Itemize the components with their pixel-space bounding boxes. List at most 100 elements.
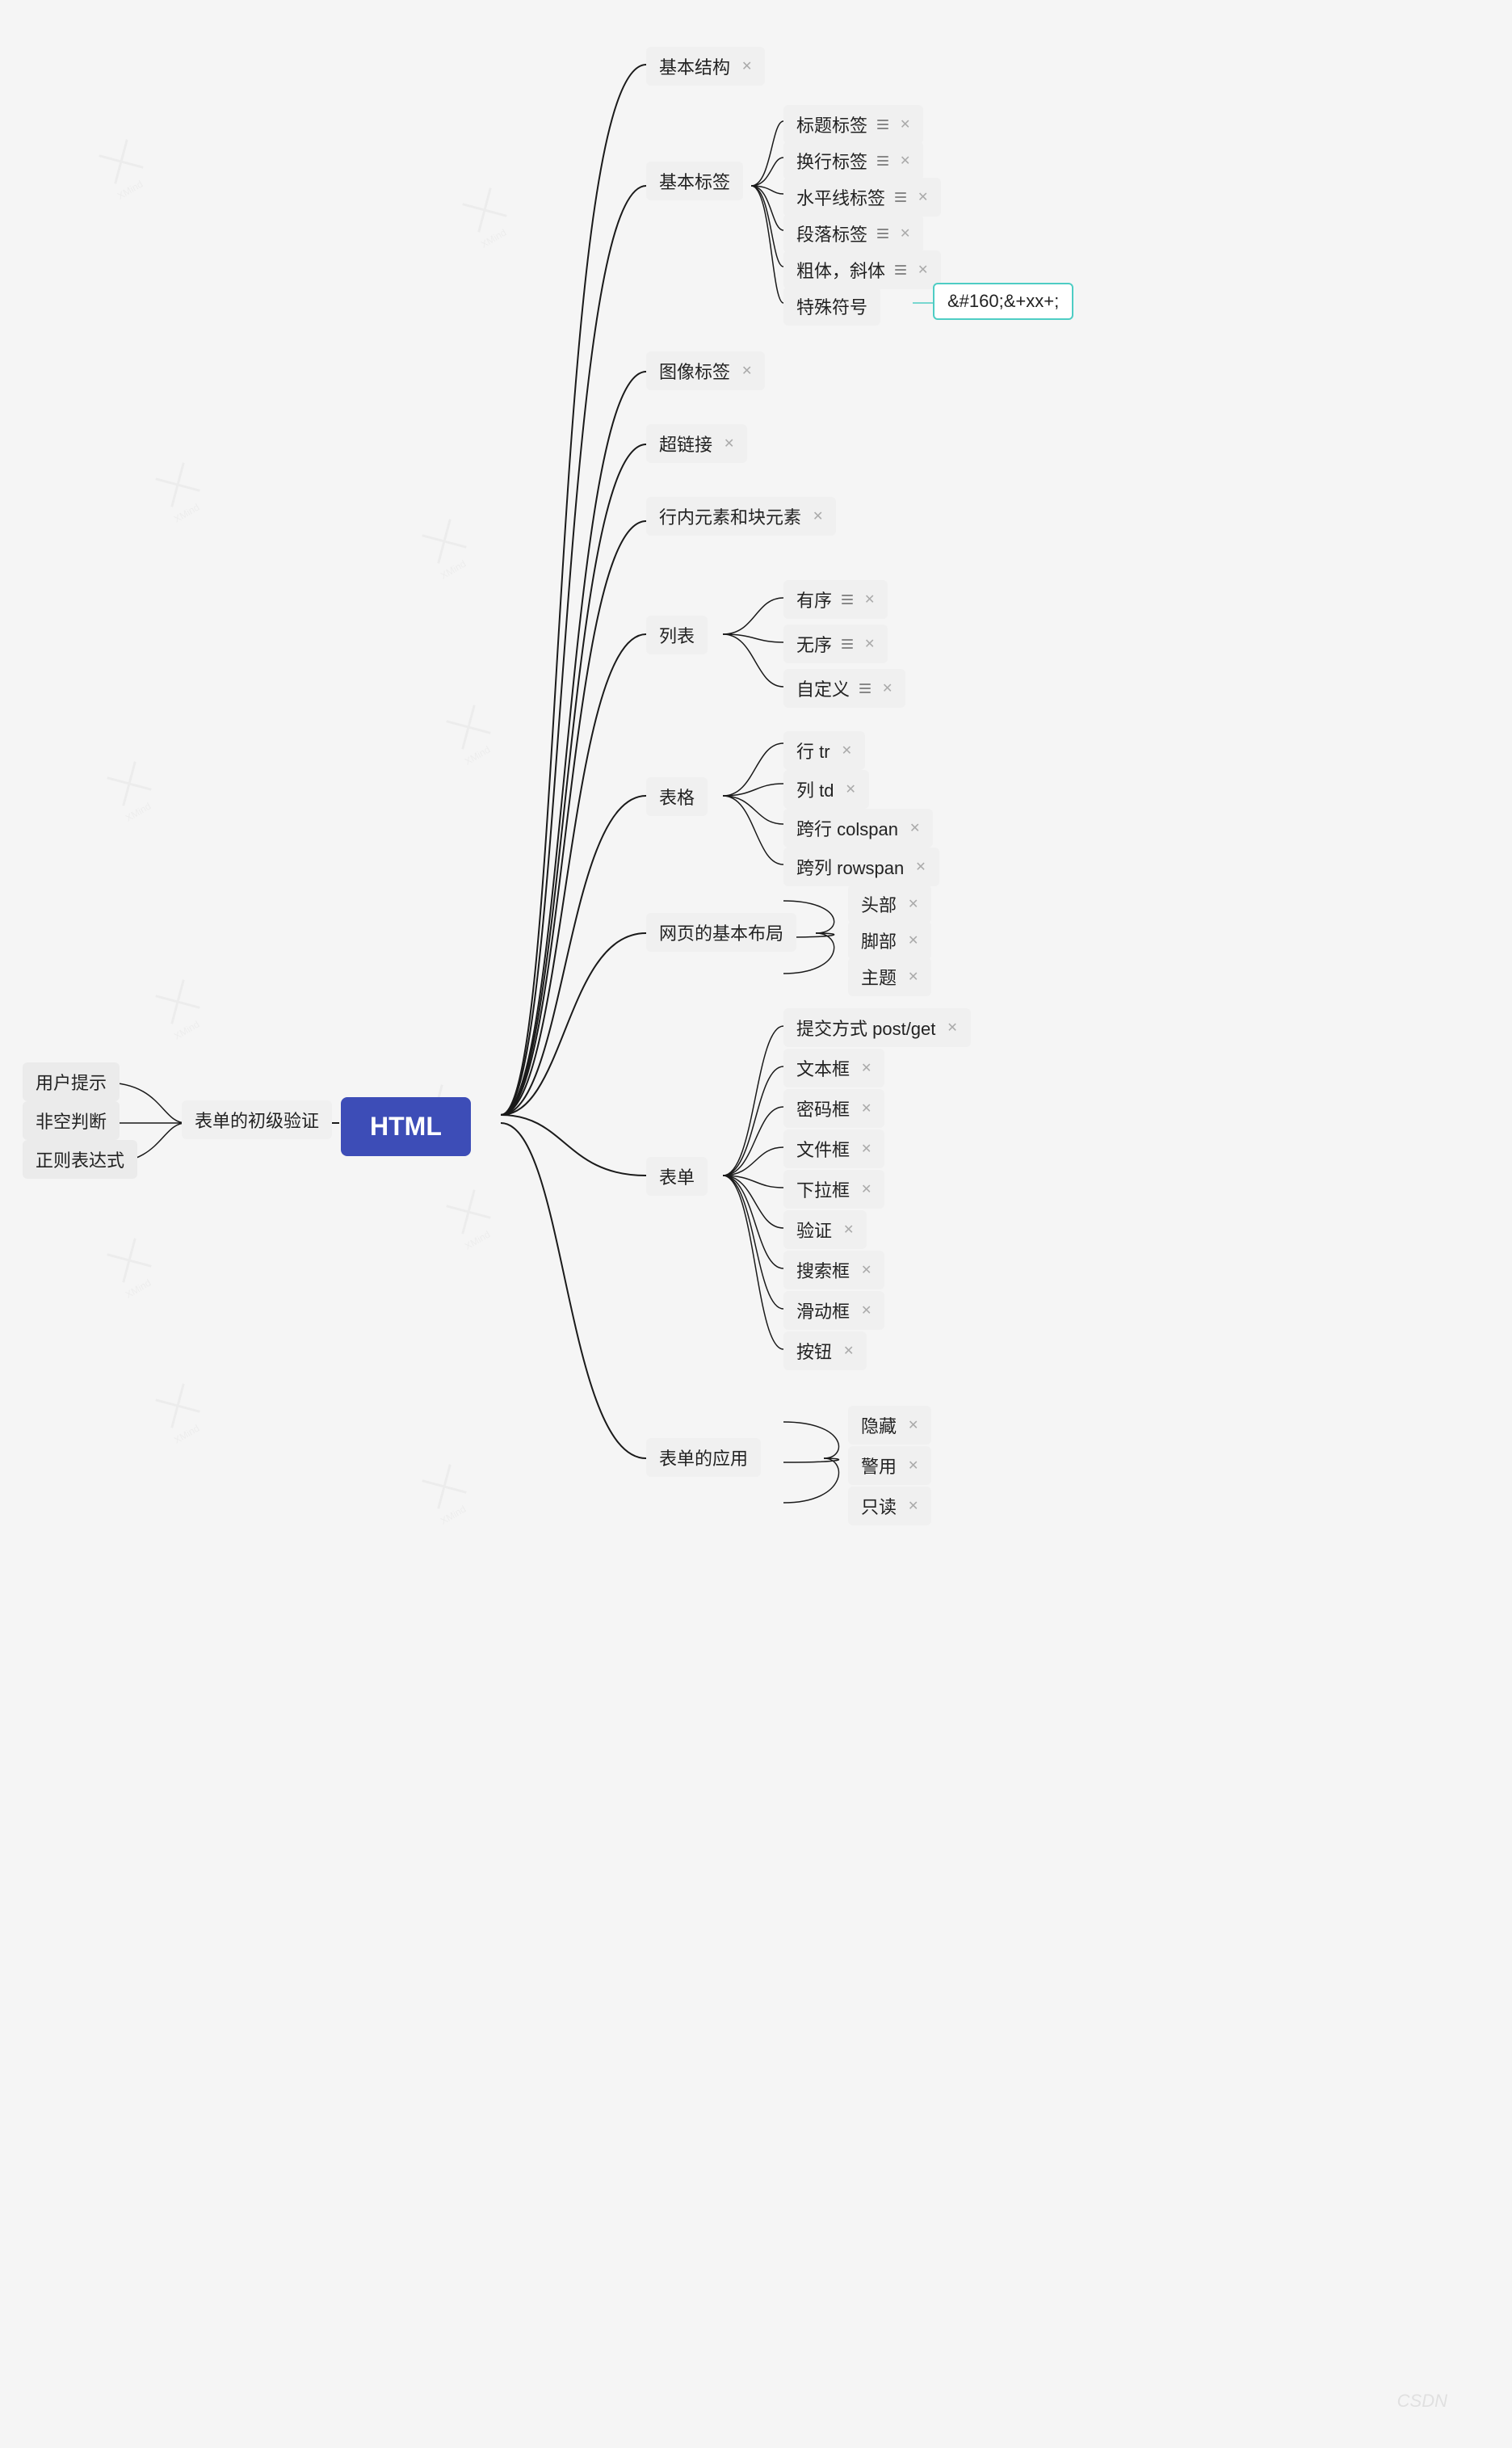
node-正则表达式[interactable]: 正则表达式 (23, 1140, 137, 1179)
label-表格: 表格 (659, 784, 695, 810)
node-文本框[interactable]: 文本框 ✕ (783, 1049, 884, 1087)
node-验证[interactable]: 验证 ✕ (783, 1210, 867, 1249)
close-icon[interactable]: ✕ (724, 435, 734, 452)
node-行tr[interactable]: 行 tr ✕ (783, 731, 865, 770)
close-icon[interactable]: ✕ (908, 1498, 918, 1514)
node-超链接[interactable]: 超链接 ✕ (646, 424, 747, 463)
node-提交方式[interactable]: 提交方式 post/get ✕ (783, 1008, 971, 1047)
node-表单初级验证[interactable]: 表单的初级验证 (182, 1100, 332, 1139)
close-icon[interactable]: ✕ (909, 820, 920, 836)
node-无序[interactable]: 无序 ✕ (783, 625, 888, 663)
node-粗体斜体[interactable]: 粗体，斜体 ✕ (783, 250, 941, 289)
node-下拉框[interactable]: 下拉框 ✕ (783, 1170, 884, 1209)
node-特殊符号[interactable]: 特殊符号 (783, 287, 880, 326)
close-icon[interactable]: ✕ (918, 262, 928, 278)
node-表格[interactable]: 表格 (646, 777, 708, 816)
node-滑动框[interactable]: 滑动框 ✕ (783, 1291, 884, 1330)
node-网页基本布局[interactable]: 网页的基本布局 (646, 913, 796, 952)
close-icon[interactable]: ✕ (861, 1100, 872, 1117)
node-警用[interactable]: 警用 ✕ (848, 1446, 931, 1485)
label-基本结构: 基本结构 (659, 53, 730, 79)
close-icon[interactable]: ✕ (900, 225, 910, 242)
node-按钮[interactable]: 按钮 ✕ (783, 1331, 867, 1370)
svg-text:XMind: XMind (172, 1019, 201, 1042)
svg-text:XMind: XMind (116, 179, 145, 202)
close-icon[interactable]: ✕ (908, 896, 918, 912)
node-列表[interactable]: 列表 (646, 616, 708, 654)
close-icon[interactable]: ✕ (908, 969, 918, 985)
label-换行标签: 换行标签 (796, 148, 867, 174)
menu-icon (877, 156, 888, 166)
node-跨列rowspan[interactable]: 跨列 rowspan ✕ (783, 848, 939, 886)
label-网页基本布局: 网页的基本布局 (659, 919, 783, 945)
label-特殊符号: 特殊符号 (796, 293, 867, 319)
close-icon[interactable]: ✕ (908, 1417, 918, 1433)
label-基本标签: 基本标签 (659, 168, 730, 194)
close-icon[interactable]: ✕ (900, 116, 910, 132)
svg-text:XMind: XMind (172, 502, 201, 525)
node-非空判断[interactable]: 非空判断 (23, 1101, 120, 1140)
close-icon[interactable]: ✕ (861, 1302, 872, 1319)
close-icon[interactable]: ✕ (918, 189, 928, 205)
menu-icon (895, 192, 906, 202)
close-icon[interactable]: ✕ (947, 1020, 957, 1036)
close-icon[interactable]: ✕ (842, 742, 852, 759)
node-自定义[interactable]: 自定义 ✕ (783, 669, 905, 708)
node-搜索框[interactable]: 搜索框 ✕ (783, 1251, 884, 1289)
node-跨行colspan[interactable]: 跨行 colspan ✕ (783, 809, 933, 848)
node-表单[interactable]: 表单 (646, 1157, 708, 1196)
close-icon[interactable]: ✕ (813, 508, 823, 524)
node-换行标签[interactable]: 换行标签 ✕ (783, 141, 923, 180)
close-icon[interactable]: ✕ (861, 1262, 872, 1278)
node-主题[interactable]: 主题 ✕ (848, 957, 931, 996)
close-icon[interactable]: ✕ (845, 781, 855, 797)
close-icon[interactable]: ✕ (882, 680, 892, 696)
node-头部[interactable]: 头部 ✕ (848, 885, 931, 923)
label-按钮: 按钮 (796, 1338, 832, 1364)
node-脚部[interactable]: 脚部 ✕ (848, 921, 931, 960)
node-水平线标签[interactable]: 水平线标签 ✕ (783, 178, 941, 217)
close-icon[interactable]: ✕ (864, 591, 875, 608)
label-有序: 有序 (796, 587, 832, 612)
label-表单: 表单 (659, 1163, 695, 1189)
node-标题标签[interactable]: 标题标签 ✕ (783, 105, 923, 144)
node-列td[interactable]: 列 td ✕ (783, 770, 869, 809)
node-有序[interactable]: 有序 ✕ (783, 580, 888, 619)
label-表单应用: 表单的应用 (659, 1445, 748, 1470)
close-icon[interactable]: ✕ (861, 1060, 872, 1076)
node-只读[interactable]: 只读 ✕ (848, 1487, 931, 1525)
node-用户提示[interactable]: 用户提示 (23, 1062, 120, 1101)
node-文件框[interactable]: 文件框 ✕ (783, 1129, 884, 1168)
close-icon[interactable]: ✕ (861, 1141, 872, 1157)
watermark-csdn: CSDN (1397, 2391, 1447, 2412)
node-密码框[interactable]: 密码框 ✕ (783, 1089, 884, 1128)
close-icon[interactable]: ✕ (843, 1343, 854, 1359)
node-图像标签[interactable]: 图像标签 ✕ (646, 351, 765, 390)
node-特殊符号值[interactable]: &#160;&+xx+; (933, 283, 1073, 320)
label-脚部: 脚部 (861, 927, 897, 953)
label-跨行colspan: 跨行 colspan (796, 815, 898, 841)
close-icon[interactable]: ✕ (843, 1222, 854, 1238)
close-icon[interactable]: ✕ (900, 153, 910, 169)
node-段落标签[interactable]: 段落标签 ✕ (783, 214, 923, 253)
node-隐藏[interactable]: 隐藏 ✕ (848, 1406, 931, 1445)
close-icon[interactable]: ✕ (908, 932, 918, 948)
label-警用: 警用 (861, 1453, 897, 1478)
close-icon[interactable]: ✕ (864, 636, 875, 652)
close-icon[interactable]: ✕ (908, 1457, 918, 1474)
close-icon[interactable]: ✕ (741, 58, 752, 74)
label-文本框: 文本框 (796, 1055, 850, 1081)
center-node[interactable]: HTML (341, 1097, 471, 1156)
node-基本结构[interactable]: 基本结构 ✕ (646, 47, 765, 86)
label-水平线标签: 水平线标签 (796, 184, 885, 210)
close-icon[interactable]: ✕ (741, 363, 752, 379)
label-主题: 主题 (861, 964, 897, 990)
node-表单应用[interactable]: 表单的应用 (646, 1438, 761, 1477)
label-正则表达式: 正则表达式 (36, 1146, 124, 1172)
close-icon[interactable]: ✕ (915, 859, 926, 875)
label-段落标签: 段落标签 (796, 221, 867, 246)
node-行内元素和块元素[interactable]: 行内元素和块元素 ✕ (646, 497, 836, 536)
label-滑动框: 滑动框 (796, 1298, 850, 1323)
node-基本标签[interactable]: 基本标签 (646, 162, 743, 200)
close-icon[interactable]: ✕ (861, 1181, 872, 1197)
